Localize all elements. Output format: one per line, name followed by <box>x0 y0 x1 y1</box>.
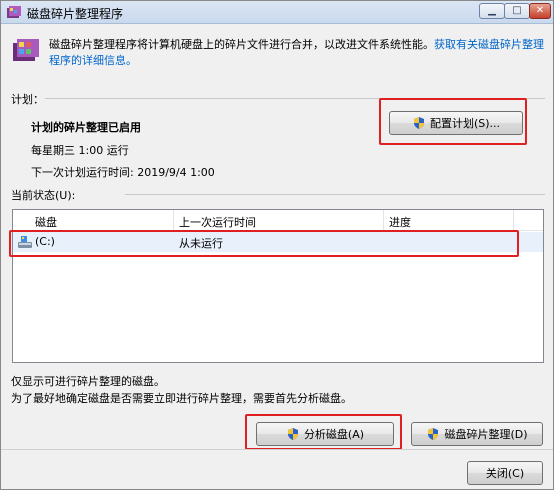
highlight-analyze <box>245 414 402 450</box>
note-line-1: 仅显示可进行碎片整理的磁盘。 <box>11 375 165 388</box>
column-progress[interactable]: 进度 <box>389 214 411 230</box>
intro-description: 磁盘碎片整理程序将计算机硬盘上的碎片文件进行合并，以改进文件系统性能。 <box>49 38 434 51</box>
column-separator[interactable] <box>383 210 384 230</box>
close-button-label: 关闭(C) <box>485 467 525 480</box>
uac-shield-icon <box>428 428 439 440</box>
minimize-button[interactable]: ▁ <box>479 3 505 19</box>
defrag-large-icon <box>13 39 39 61</box>
close-button[interactable]: 关闭(C) <box>467 461 543 485</box>
intro-text: 磁盘碎片整理程序将计算机硬盘上的碎片文件进行合并，以改进文件系统性能。获取有关磁… <box>49 37 547 69</box>
maximize-button[interactable]: □ <box>504 3 530 19</box>
window-title: 磁盘碎片整理程序 <box>27 7 124 21</box>
current-status-label: 当前状态(U): <box>11 189 76 202</box>
schedule-next-run: 下一次计划运行时间: 2019/9/4 1:00 <box>31 166 215 179</box>
schedule-section-label: 计划： <box>11 93 44 106</box>
title-bar[interactable]: 磁盘碎片整理程序 ▁ □ ✕ <box>1 1 553 24</box>
column-disk[interactable]: 磁盘 <box>35 214 57 230</box>
defrag-window: 磁盘碎片整理程序 ▁ □ ✕ 磁盘碎片整理程序将计算机硬盘上的碎片文件进行合并，… <box>0 0 554 490</box>
close-window-button[interactable]: ✕ <box>529 3 551 19</box>
defragment-disk-label: 磁盘碎片整理(D) <box>444 428 528 441</box>
column-separator[interactable] <box>513 210 514 230</box>
status-divider <box>125 194 545 195</box>
close-icon: ✕ <box>535 5 545 16</box>
footer-divider <box>1 449 553 450</box>
note-line-2: 为了最好地确定磁盘是否需要立即进行碎片整理，需要首先分析磁盘。 <box>11 392 352 405</box>
disk-list-header: 磁盘 上一次运行时间 进度 <box>13 210 543 231</box>
schedule-status: 计划的碎片整理已启用 <box>31 121 141 134</box>
minimize-icon: ▁ <box>488 5 496 16</box>
schedule-frequency: 每星期三 1:00 运行 <box>31 144 129 157</box>
column-separator[interactable] <box>173 210 174 230</box>
defrag-app-icon <box>7 6 21 18</box>
maximize-icon: □ <box>512 5 522 16</box>
highlight-configure <box>379 98 527 145</box>
defragment-disk-button[interactable]: 磁盘碎片整理(D) <box>411 422 543 446</box>
highlight-disk-row <box>9 230 519 257</box>
column-last-run[interactable]: 上一次运行时间 <box>179 214 256 230</box>
